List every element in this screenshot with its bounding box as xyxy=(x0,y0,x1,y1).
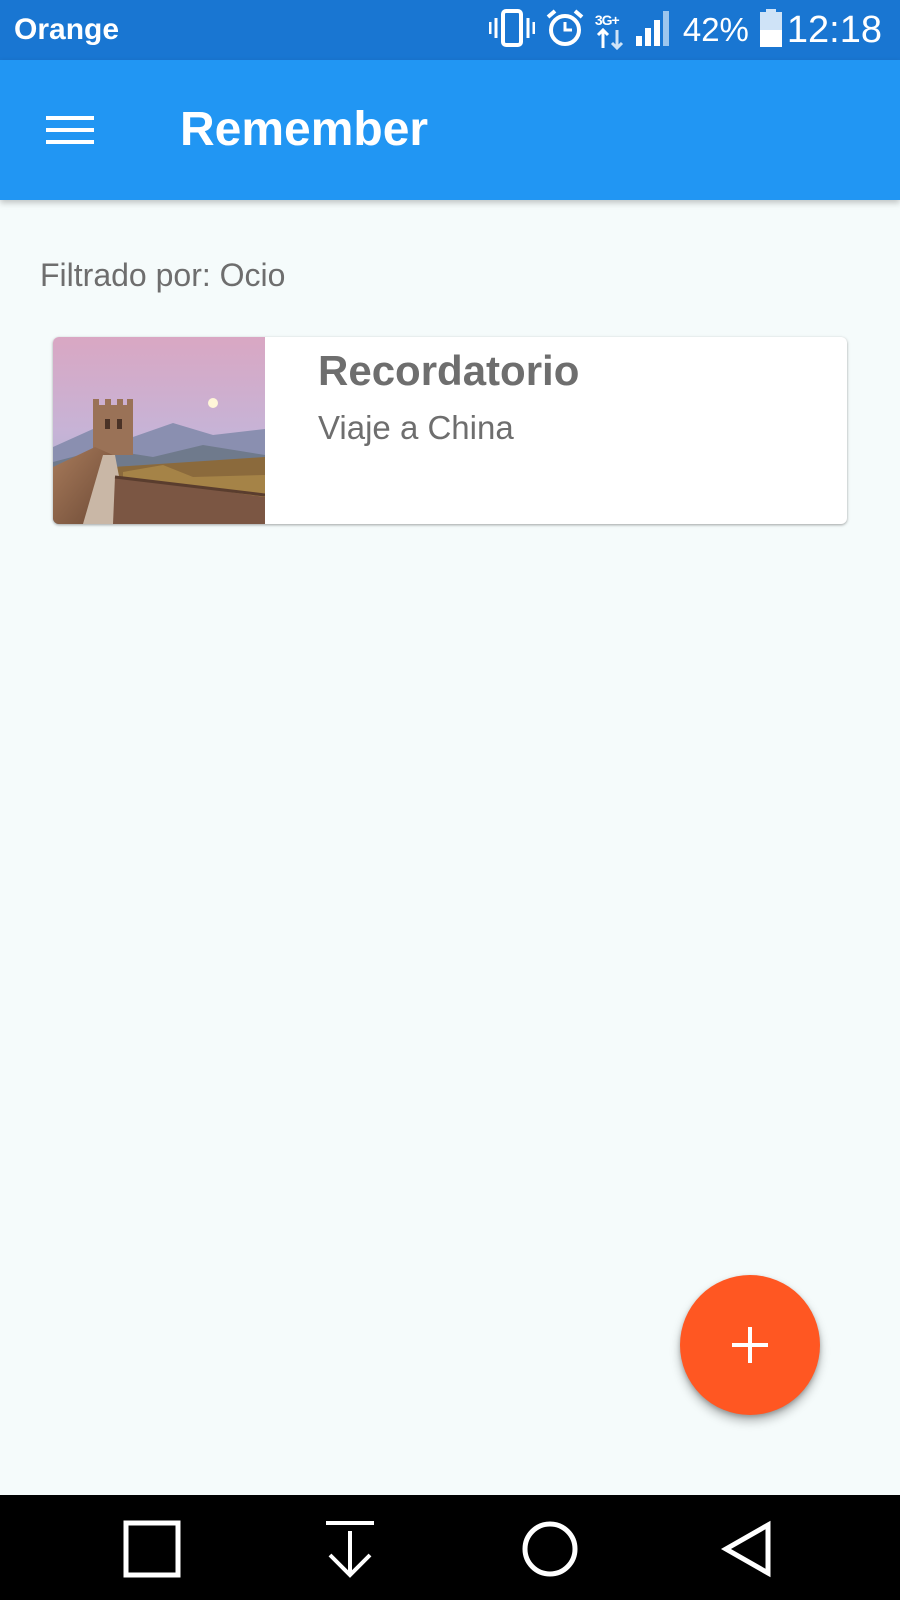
status-icons: 3G+ 42% 12:18 xyxy=(479,8,882,52)
notifications-pull-icon xyxy=(326,1521,374,1578)
app-title: Remember xyxy=(180,103,429,156)
status-bar: Orange 3G+ 42% 12:18 xyxy=(0,0,900,60)
alarm-icon xyxy=(545,8,585,53)
clock: 12:18 xyxy=(786,9,882,51)
navigation-bar xyxy=(0,1495,900,1600)
menu-icon xyxy=(46,116,94,144)
reminder-title: Recordatorio xyxy=(318,347,580,394)
recent-apps-icon xyxy=(123,1520,181,1578)
filter-label: Filtrado por: Ocio xyxy=(40,257,286,293)
home-icon xyxy=(522,1521,578,1577)
reminder-card[interactable]: Recordatorio Viaje a China xyxy=(53,337,847,524)
network-3g-icon: 3G+ xyxy=(595,10,625,50)
menu-button[interactable] xyxy=(40,104,100,156)
signal-icon xyxy=(635,8,673,53)
reminder-subtitle: Viaje a China xyxy=(318,409,514,446)
notifications-pull-button[interactable] xyxy=(318,1517,382,1581)
recent-apps-button[interactable] xyxy=(120,1517,184,1581)
back-button[interactable] xyxy=(716,1517,780,1581)
battery-percent: 42% xyxy=(682,11,749,48)
plus-icon xyxy=(732,1327,768,1363)
vibrate-icon xyxy=(488,8,536,53)
back-icon xyxy=(720,1520,771,1578)
great-wall-photo xyxy=(53,337,265,524)
battery-icon xyxy=(759,8,783,53)
add-reminder-button[interactable] xyxy=(680,1275,820,1415)
app-bar: Remember xyxy=(0,60,900,200)
home-button[interactable] xyxy=(518,1517,582,1581)
carrier-name: Orange xyxy=(14,13,120,46)
